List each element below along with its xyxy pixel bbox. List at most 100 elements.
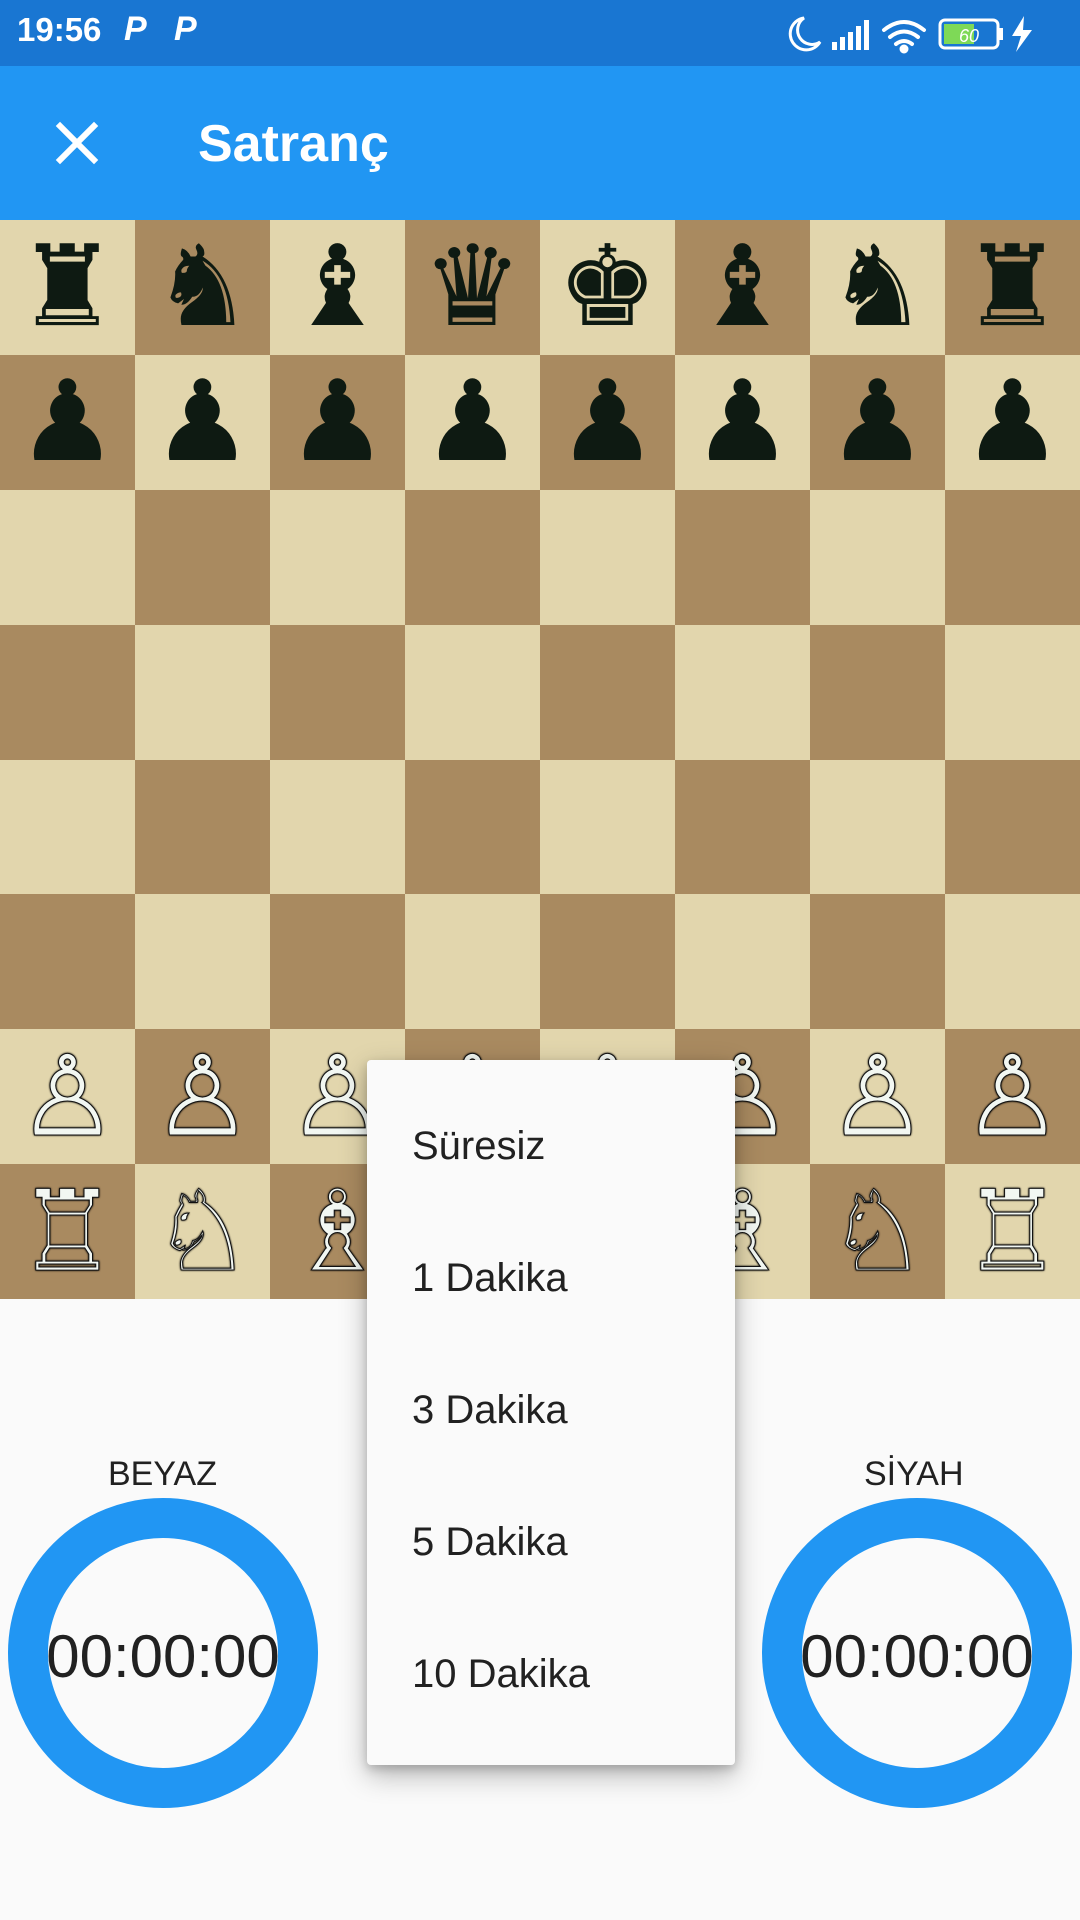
square-e5[interactable]	[540, 624, 675, 760]
chess-piece[interactable]: ♝	[692, 231, 792, 343]
square-e6[interactable]	[540, 489, 675, 625]
square-b7[interactable]: ♟	[135, 354, 270, 490]
notification-p-icon: P	[124, 10, 147, 48]
square-c8[interactable]: ♝	[270, 220, 405, 355]
square-g4[interactable]	[810, 759, 945, 895]
chess-piece[interactable]: ♜	[962, 231, 1062, 343]
chess-piece[interactable]: ♟	[557, 366, 657, 478]
square-f3[interactable]	[675, 894, 810, 1030]
square-b1[interactable]: ♘	[135, 1164, 270, 1299]
menu-item-3-minutes[interactable]: 3 Dakika	[367, 1344, 735, 1476]
square-h4[interactable]	[945, 759, 1080, 895]
square-g6[interactable]	[810, 489, 945, 625]
square-g3[interactable]	[810, 894, 945, 1030]
square-a8[interactable]: ♜	[0, 220, 135, 355]
square-g2[interactable]: ♙	[810, 1029, 945, 1165]
chess-piece[interactable]: ♞	[827, 231, 927, 343]
square-b3[interactable]	[135, 894, 270, 1030]
square-h7[interactable]: ♟	[945, 354, 1080, 490]
chess-piece[interactable]: ♝	[287, 231, 387, 343]
square-a5[interactable]	[0, 624, 135, 760]
square-g7[interactable]: ♟	[810, 354, 945, 490]
chess-piece[interactable]: ♘	[827, 1175, 928, 1288]
square-b8[interactable]: ♞	[135, 220, 270, 355]
square-a2[interactable]: ♙	[0, 1029, 135, 1165]
chess-piece[interactable]: ♟	[152, 366, 252, 478]
square-f4[interactable]	[675, 759, 810, 895]
square-h5[interactable]	[945, 624, 1080, 760]
square-a7[interactable]: ♟	[0, 354, 135, 490]
square-h6[interactable]	[945, 489, 1080, 625]
square-h8[interactable]: ♜	[945, 220, 1080, 355]
square-a4[interactable]	[0, 759, 135, 895]
status-bar: 19:56 P P 60	[0, 0, 1080, 66]
battery-icon: 60	[938, 18, 1003, 50]
chess-piece[interactable]: ♟	[962, 366, 1062, 478]
close-icon[interactable]	[40, 106, 114, 180]
square-d8[interactable]: ♛	[405, 220, 540, 355]
square-c6[interactable]	[270, 489, 405, 625]
square-d3[interactable]	[405, 894, 540, 1030]
notification-p-icon: P	[174, 10, 197, 48]
square-b5[interactable]	[135, 624, 270, 760]
chess-piece[interactable]: ♟	[287, 366, 387, 478]
square-f5[interactable]	[675, 624, 810, 760]
square-e7[interactable]: ♟	[540, 354, 675, 490]
square-b2[interactable]: ♙	[135, 1029, 270, 1165]
signal-icon	[832, 20, 869, 50]
chess-piece[interactable]: ♛	[422, 231, 522, 343]
chess-piece[interactable]: ♟	[692, 366, 792, 478]
square-f6[interactable]	[675, 489, 810, 625]
square-c4[interactable]	[270, 759, 405, 895]
white-player-label: BEYAZ	[108, 1455, 217, 1493]
chess-piece[interactable]: ♜	[17, 231, 117, 343]
chess-piece[interactable]: ♙	[17, 1040, 118, 1153]
status-time: 19:56	[17, 11, 102, 48]
chess-piece[interactable]: ♖	[17, 1175, 118, 1288]
square-a1[interactable]: ♖	[0, 1164, 135, 1299]
chess-piece[interactable]: ♙	[152, 1040, 253, 1153]
square-h1[interactable]: ♖	[945, 1164, 1080, 1299]
chess-piece[interactable]: ♟	[17, 366, 117, 478]
white-timer[interactable]: 00:00:00	[8, 1498, 318, 1808]
square-d6[interactable]	[405, 489, 540, 625]
white-timer-text: 00:00:00	[46, 1623, 280, 1690]
square-c7[interactable]: ♟	[270, 354, 405, 490]
square-g8[interactable]: ♞	[810, 220, 945, 355]
chess-piece[interactable]: ♙	[962, 1040, 1063, 1153]
square-f7[interactable]: ♟	[675, 354, 810, 490]
square-h3[interactable]	[945, 894, 1080, 1030]
square-b4[interactable]	[135, 759, 270, 895]
menu-item-1-minute[interactable]: 1 Dakika	[367, 1212, 735, 1344]
square-d5[interactable]	[405, 624, 540, 760]
square-d7[interactable]: ♟	[405, 354, 540, 490]
page-title: Satranç	[198, 115, 389, 173]
chess-piece[interactable]: ♚	[557, 231, 657, 343]
app-bar: Satranç	[0, 66, 1080, 220]
square-a3[interactable]	[0, 894, 135, 1030]
square-e4[interactable]	[540, 759, 675, 895]
black-timer[interactable]: 00:00:00	[762, 1498, 1072, 1808]
square-e8[interactable]: ♚	[540, 220, 675, 355]
square-f8[interactable]: ♝	[675, 220, 810, 355]
battery-level: 60	[959, 26, 979, 46]
square-a6[interactable]	[0, 489, 135, 625]
square-e3[interactable]	[540, 894, 675, 1030]
chess-piece[interactable]: ♙	[827, 1040, 928, 1153]
chess-piece[interactable]: ♘	[152, 1175, 253, 1288]
chess-piece[interactable]: ♞	[152, 231, 252, 343]
chess-piece[interactable]: ♟	[422, 366, 522, 478]
menu-item-5-minutes[interactable]: 5 Dakika	[367, 1476, 735, 1608]
menu-item-10-minutes[interactable]: 10 Dakika	[367, 1608, 735, 1740]
square-d4[interactable]	[405, 759, 540, 895]
square-h2[interactable]: ♙	[945, 1029, 1080, 1165]
menu-item-unlimited[interactable]: Süresiz	[367, 1080, 735, 1212]
square-g1[interactable]: ♘	[810, 1164, 945, 1299]
square-c5[interactable]	[270, 624, 405, 760]
square-b6[interactable]	[135, 489, 270, 625]
square-c3[interactable]	[270, 894, 405, 1030]
chess-piece[interactable]: ♟	[827, 366, 927, 478]
chess-piece[interactable]: ♖	[962, 1175, 1063, 1288]
square-g5[interactable]	[810, 624, 945, 760]
charging-icon	[1012, 16, 1032, 52]
